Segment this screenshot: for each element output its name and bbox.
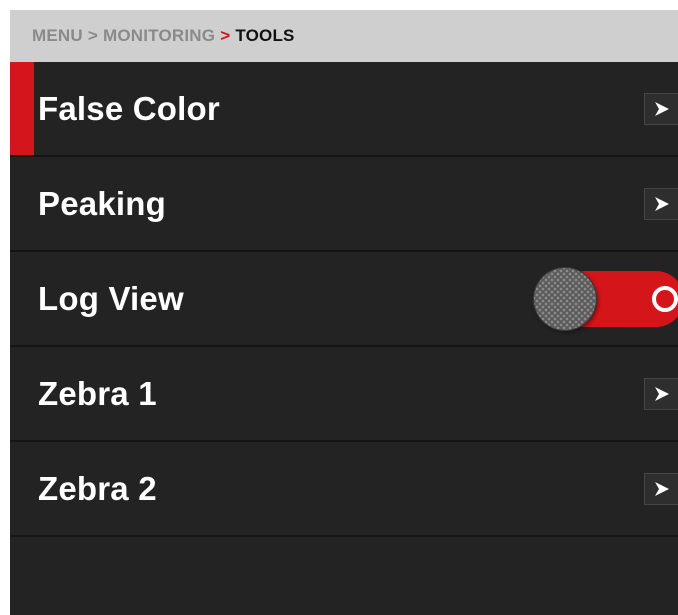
breadcrumb-separator-active: >: [220, 26, 231, 45]
menu-item-false-color[interactable]: False Color: [10, 62, 678, 157]
log-view-toggle[interactable]: [534, 267, 678, 330]
breadcrumb-item-menu[interactable]: MENU: [32, 26, 83, 46]
selection-indicator: [10, 62, 34, 155]
menu-list: False Color Peaking Log View Zebra 1 Zeb…: [10, 62, 678, 537]
menu-item-label: Zebra 1: [38, 374, 157, 412]
breadcrumb-separator: >: [87, 26, 98, 45]
chevron-right-icon[interactable]: [644, 92, 678, 125]
menu-item-zebra-1[interactable]: Zebra 1: [10, 347, 678, 442]
menu-item-log-view[interactable]: Log View: [10, 252, 678, 347]
menu-item-label: Peaking: [38, 184, 166, 222]
breadcrumb: MENU > MONITORING > TOOLS: [10, 10, 678, 62]
chevron-right-icon[interactable]: [644, 377, 678, 410]
menu-item-label: Zebra 2: [38, 469, 157, 507]
toggle-on-ring-icon: [652, 285, 678, 312]
menu-item-zebra-2[interactable]: Zebra 2: [10, 442, 678, 537]
toggle-knob[interactable]: [534, 267, 596, 330]
chevron-right-icon[interactable]: [644, 187, 678, 220]
breadcrumb-item-monitoring[interactable]: MONITORING: [103, 26, 215, 46]
menu-item-label: Log View: [38, 279, 184, 317]
tools-menu-screen: MENU > MONITORING > TOOLS False Color Pe…: [10, 10, 678, 615]
chevron-right-icon[interactable]: [644, 472, 678, 505]
menu-item-label: False Color: [38, 89, 220, 127]
menu-item-peaking[interactable]: Peaking: [10, 157, 678, 252]
breadcrumb-current: TOOLS: [235, 26, 295, 45]
